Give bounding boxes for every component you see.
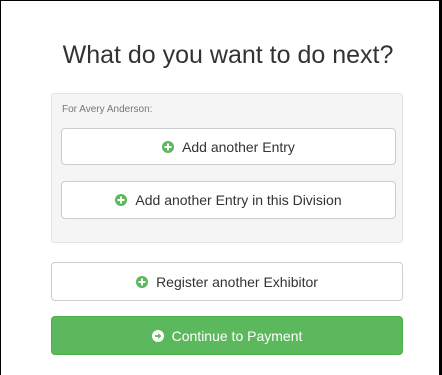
page-title: What do you want to do next? <box>62 41 394 69</box>
add-entry-button[interactable]: Add another Entry <box>61 128 396 165</box>
arrow-circle-right-icon <box>151 329 164 342</box>
add-entry-label: Add another Entry <box>182 138 295 155</box>
plus-circle-icon <box>162 140 175 153</box>
register-exhibitor-button[interactable]: Register another Exhibitor <box>51 262 403 301</box>
add-entry-division-button[interactable]: Add another Entry in this Division <box>61 181 396 219</box>
exhibitor-panel: For Avery Anderson: Add another Entry Ad… <box>51 93 403 243</box>
continue-payment-label: Continue to Payment <box>171 327 303 344</box>
register-exhibitor-label: Register another Exhibitor <box>156 273 318 290</box>
continue-payment-button[interactable]: Continue to Payment <box>51 316 403 355</box>
plus-circle-icon <box>115 194 128 206</box>
panel-label: For Avery Anderson: <box>62 104 153 115</box>
add-entry-division-label: Add another Entry in this Division <box>135 192 342 208</box>
plus-circle-icon <box>136 275 149 288</box>
